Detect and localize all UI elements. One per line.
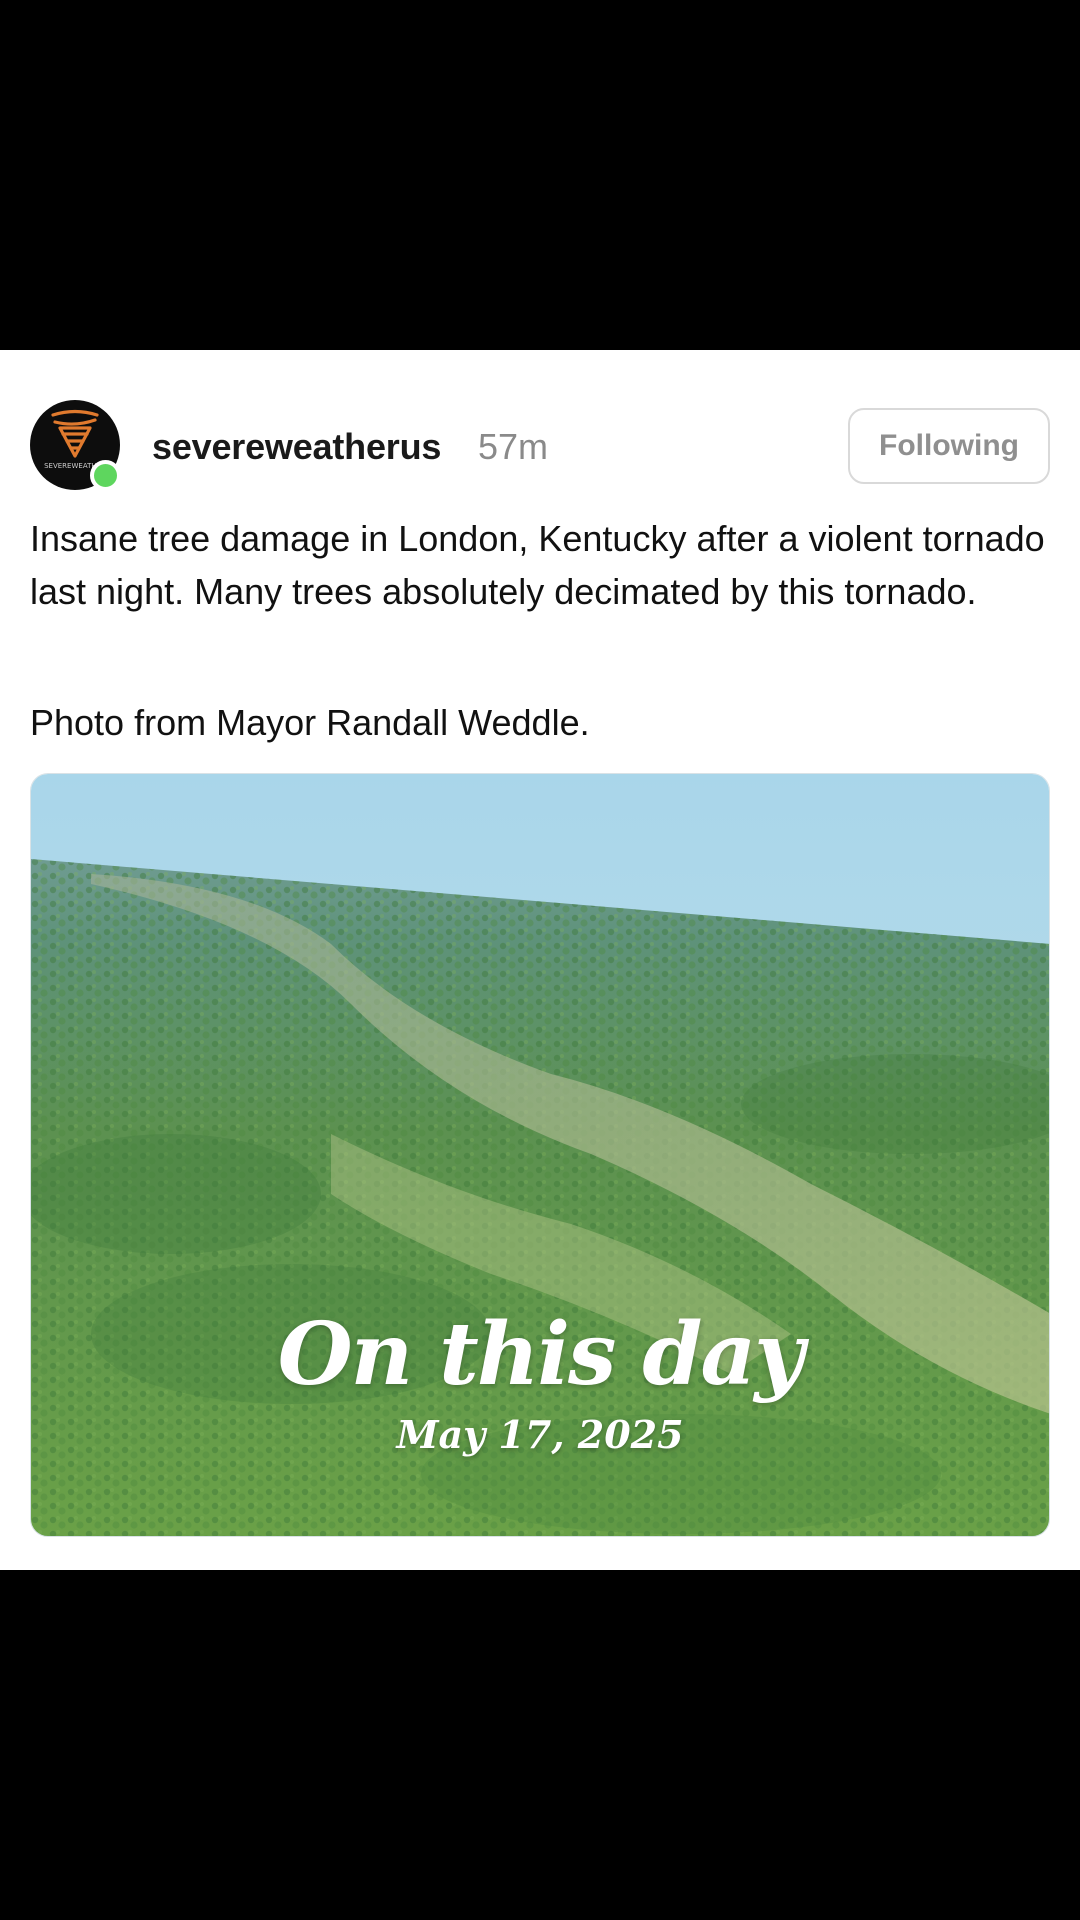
bottom-letterbox <box>0 1570 1080 1920</box>
post-timestamp: 57m <box>478 426 549 467</box>
post-image[interactable]: On this day May 17, 2025 <box>30 773 1050 1537</box>
avatar[interactable]: SEVEREWEATHER <box>30 400 121 491</box>
username[interactable]: severeweatherus <box>152 426 441 468</box>
post-body-text: Insane tree damage in London, Kentucky a… <box>30 518 1045 612</box>
online-status-indicator <box>90 460 121 491</box>
post-card: SEVEREWEATHER severeweatherus 57m Follow… <box>0 350 1080 1570</box>
on-this-day-title: On this day <box>277 1304 805 1405</box>
top-letterbox <box>0 0 1080 350</box>
following-button[interactable]: Following <box>848 408 1050 484</box>
post-credit-text: Photo from Mayor Randall Weddle. <box>30 702 590 743</box>
post-header: SEVEREWEATHER severeweatherus 57m Follow… <box>30 400 1050 491</box>
on-this-day-date: May 17, 2025 <box>396 1412 684 1457</box>
